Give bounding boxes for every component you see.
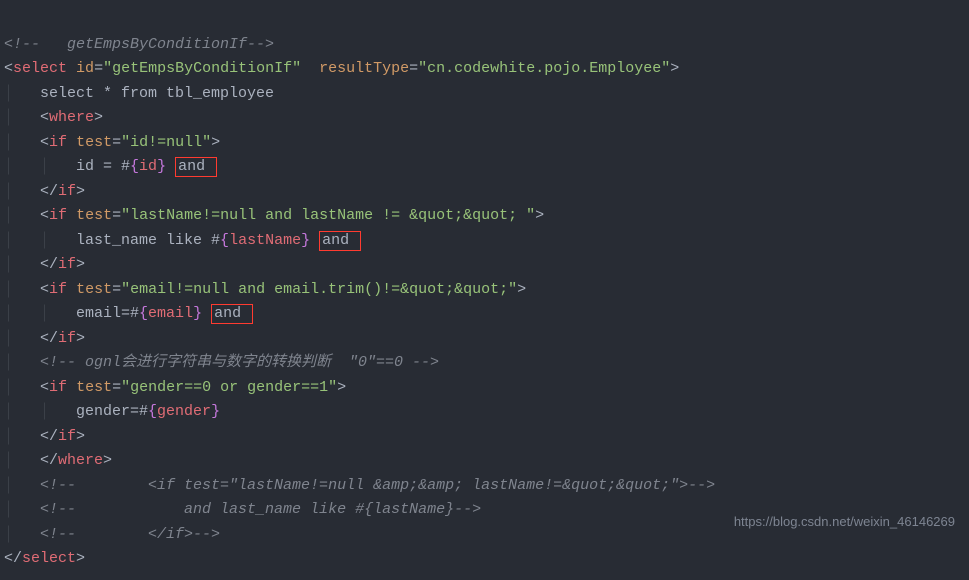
watermark: https://blog.csdn.net/weixin_46146269 bbox=[734, 510, 955, 535]
test1: "id!=null" bbox=[121, 134, 211, 151]
attr-id-value: "getEmpsByConditionIf" bbox=[103, 60, 301, 77]
tag-where: where bbox=[49, 109, 94, 126]
highlight-and-2: and bbox=[319, 231, 361, 251]
tail-comment-2: <!-- and last_name like #{lastName}--> bbox=[40, 501, 481, 518]
highlight-and-1: and bbox=[175, 157, 217, 177]
code-block: <!-- getEmpsByConditionIf--> <select id=… bbox=[0, 0, 969, 580]
test2: "lastName!=null and lastName != &quot;&q… bbox=[121, 207, 535, 224]
tag-if: if bbox=[49, 134, 67, 151]
attr-resulttype: resultType bbox=[319, 60, 409, 77]
comment-ognl: <!-- ognl会进行字符串与数字的转换判断 "0"==0 --> bbox=[40, 354, 439, 371]
tag-select: select bbox=[13, 60, 67, 77]
comment-line: <!-- getEmpsByConditionIf--> bbox=[4, 36, 274, 53]
tail-comment-3: <!-- </if>--> bbox=[40, 526, 220, 543]
bracket: < bbox=[4, 60, 13, 77]
test4: "gender==0 or gender==1" bbox=[121, 379, 337, 396]
test3: "email!=null and email.trim()!=&quot;&qu… bbox=[121, 281, 517, 298]
tail-comment-1: <!-- <if test="lastName!=null &amp;&amp;… bbox=[40, 477, 715, 494]
attr-resulttype-value: "cn.codewhite.pojo.Employee" bbox=[418, 60, 670, 77]
attr-id: id bbox=[76, 60, 94, 77]
highlight-and-3: and bbox=[211, 304, 253, 324]
sql-text: select * from tbl_employee bbox=[40, 85, 274, 102]
